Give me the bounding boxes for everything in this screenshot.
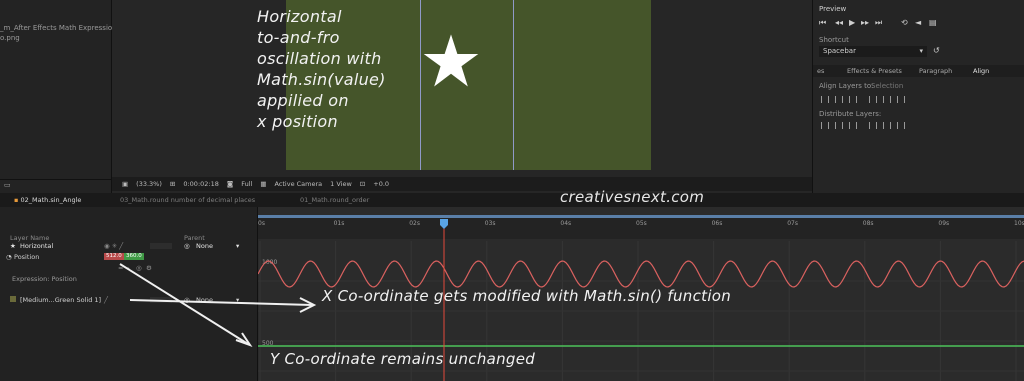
arrow-to-x-graph [129, 299, 313, 306]
annotation-arrows [119, 263, 317, 347]
arrow-head [235, 332, 253, 347]
x-coordinate-note: X Co-ordinate gets modified with Math.si… [322, 287, 732, 305]
y-coordinate-note: Y Co-ordinate remains unchanged [270, 350, 536, 368]
arrow-to-y-graph [119, 263, 249, 345]
